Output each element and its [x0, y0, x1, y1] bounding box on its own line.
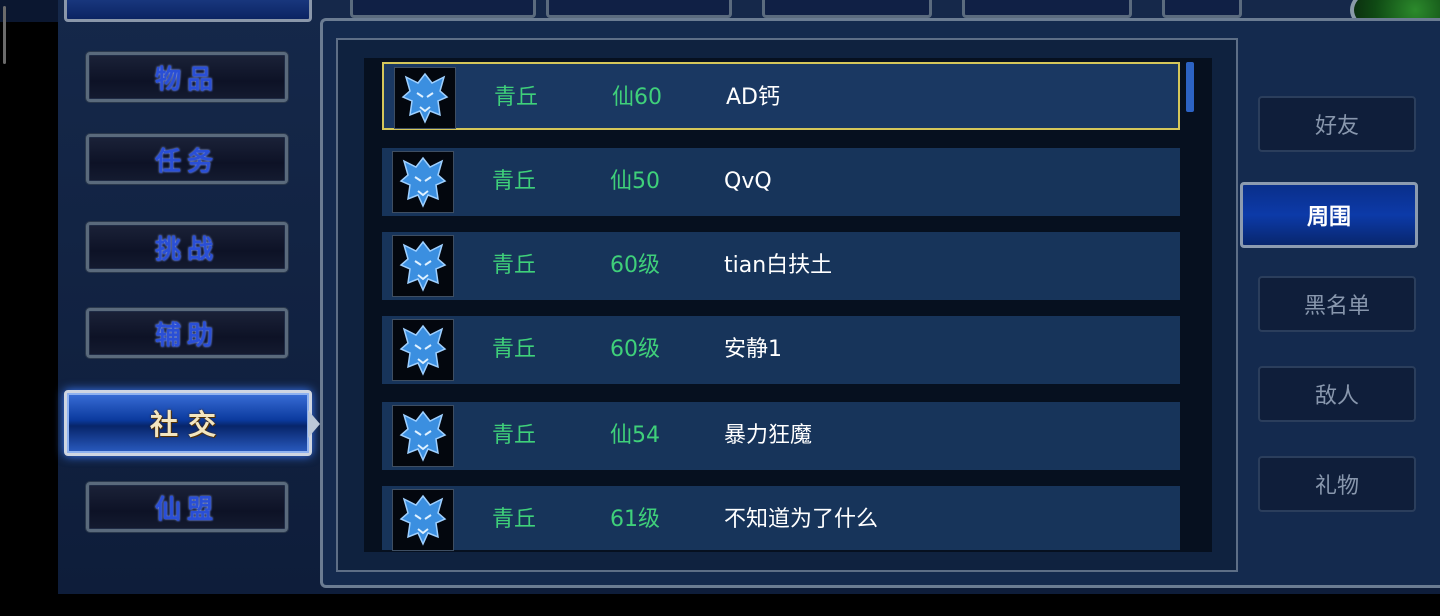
menu-challenge-button[interactable]: 挑战 [86, 222, 288, 272]
menu-assist-label: 辅助 [154, 320, 219, 351]
top-tab-4[interactable] [962, 0, 1132, 18]
player-name: 暴力狂魔 [724, 423, 813, 448]
player-level: 仙60 [612, 85, 662, 110]
player-name: 安静1 [724, 337, 782, 362]
top-tab-1[interactable] [350, 0, 536, 18]
player-school: 青丘 [494, 85, 539, 110]
player-name: AD钙 [726, 85, 780, 110]
menu-social-label: 社交 [149, 408, 226, 441]
fox-emblem-icon [392, 489, 454, 551]
player-row[interactable]: 青丘 60级 tian白扶土 [382, 232, 1180, 300]
menu-challenge-label: 挑战 [154, 234, 219, 265]
player-school: 青丘 [492, 423, 537, 448]
player-school: 青丘 [492, 337, 537, 362]
fox-emblem-icon [394, 67, 456, 129]
tab-nearby-label: 周围 [1306, 205, 1351, 230]
menu-items-button[interactable]: 物品 [86, 52, 288, 102]
top-left-tab[interactable] [64, 0, 312, 22]
tab-blacklist-label: 黑名单 [1303, 294, 1370, 319]
player-level: 61级 [610, 507, 660, 532]
player-school: 青丘 [492, 169, 537, 194]
player-level: 60级 [610, 253, 660, 278]
player-row[interactable]: 青丘 仙60 AD钙 [382, 62, 1180, 130]
menu-quests-label: 任务 [154, 146, 219, 177]
player-name: tian白扶土 [724, 253, 833, 278]
player-school: 青丘 [492, 253, 537, 278]
player-row[interactable]: 青丘 60级 安静1 [382, 316, 1180, 384]
player-name: QvQ [724, 169, 772, 194]
tab-nearby[interactable]: 周围 [1240, 182, 1418, 248]
fox-emblem-icon [392, 151, 454, 213]
tab-enemies[interactable]: 敌人 [1258, 366, 1416, 422]
fox-emblem-icon [392, 235, 454, 297]
tab-friends[interactable]: 好友 [1258, 96, 1416, 152]
tab-gifts[interactable]: 礼物 [1258, 456, 1416, 512]
player-row[interactable]: 青丘 仙54 暴力狂魔 [382, 402, 1180, 470]
list-scrollbar[interactable] [1186, 62, 1194, 112]
fox-emblem-icon [392, 319, 454, 381]
tab-blacklist[interactable]: 黑名单 [1258, 276, 1416, 332]
menu-guild-label: 仙盟 [154, 494, 219, 525]
top-tab-5[interactable] [1162, 0, 1242, 18]
player-level: 60级 [610, 337, 660, 362]
menu-social-button[interactable]: 社交 [64, 390, 312, 456]
player-level: 仙54 [610, 423, 660, 448]
menu-assist-button[interactable]: 辅助 [86, 308, 288, 358]
tab-gifts-label: 礼物 [1314, 474, 1359, 499]
player-row[interactable]: 青丘 61级 不知道为了什么 [382, 486, 1180, 551]
tab-friends-label: 好友 [1314, 114, 1359, 139]
menu-guild-button[interactable]: 仙盟 [86, 482, 288, 532]
player-row[interactable]: 青丘 仙50 QvQ [382, 148, 1180, 216]
top-tab-3[interactable] [762, 0, 932, 18]
menu-quests-button[interactable]: 任务 [86, 134, 288, 184]
player-name: 不知道为了什么 [724, 507, 879, 532]
top-tab-2[interactable] [546, 0, 732, 18]
player-list[interactable] [364, 58, 1212, 552]
menu-items-label: 物品 [154, 64, 219, 95]
active-tab-arrow-icon [308, 410, 320, 438]
player-level: 仙50 [610, 169, 660, 194]
fox-emblem-icon [392, 405, 454, 467]
screen-scroll-indicator [3, 6, 6, 64]
tab-enemies-label: 敌人 [1314, 384, 1359, 409]
player-school: 青丘 [492, 507, 537, 532]
